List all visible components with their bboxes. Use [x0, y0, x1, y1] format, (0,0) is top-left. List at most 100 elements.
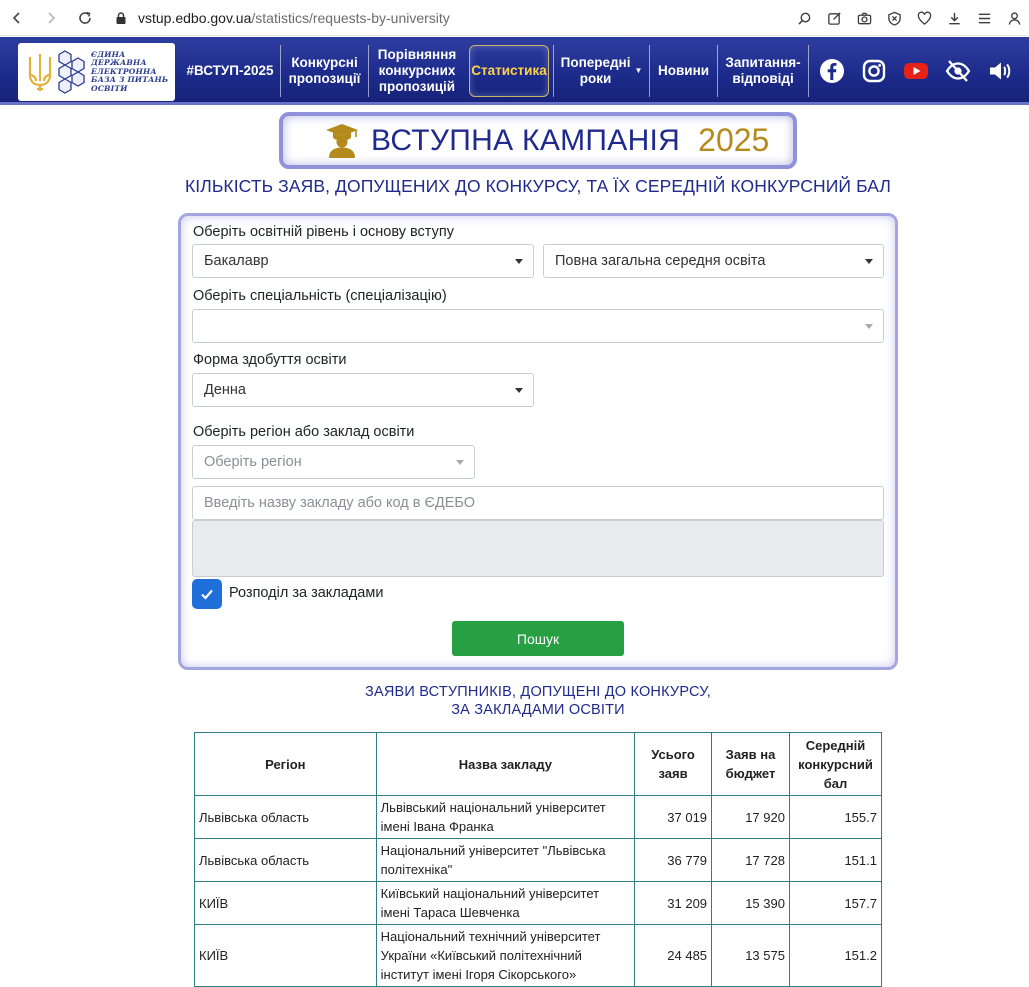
graduate-icon	[326, 123, 358, 158]
cell-region: КИЇВ	[194, 924, 377, 987]
results-title-line: ЗА ЗАКЛАДАМИ ОСВІТИ	[451, 702, 625, 718]
basis-select[interactable]: Повна загальна середня освіта	[543, 244, 884, 278]
study-form-select[interactable]: Денна	[192, 373, 534, 407]
cell-score: 151.1	[788, 838, 883, 882]
menu-item-previous-years[interactable]: Попередні роки ▼	[553, 45, 649, 97]
study-form-select-value: Денна	[204, 382, 246, 398]
browser-toolbar: vstup.edbo.gov.ua/statistics/requests-by…	[0, 0, 1029, 36]
cell-region: КИЇВ	[194, 881, 377, 925]
edbo-logo[interactable]: ЄДИНА ДЕРЖАВНА ЕЛЕКТРОННА БАЗА З ПИТАНЬ …	[18, 43, 175, 101]
table-row[interactable]: КИЇВ Київський національний університет …	[194, 881, 883, 925]
menu-item-news[interactable]: Новини	[649, 45, 717, 97]
results-table: Регіон Назва закладу Усього заяв Заяв на…	[194, 732, 883, 987]
hexagon-icon	[58, 50, 85, 94]
address-bar[interactable]: vstup.edbo.gov.ua/statistics/requests-by…	[114, 0, 450, 36]
cell-score: 155.7	[788, 795, 883, 839]
menu-item-competitive-offers[interactable]: Конкурсні пропозиції	[280, 45, 368, 97]
youtube-icon[interactable]	[895, 51, 937, 91]
campaign-banner: ВСТУПНА КАМПАНІЯ 2025	[279, 112, 797, 169]
cell-name: Національний університет "Львівська полі…	[375, 838, 636, 882]
lock-icon	[116, 11, 126, 24]
shield-icon[interactable]	[879, 0, 909, 36]
menu-item-statistics[interactable]: Статистика	[469, 45, 549, 97]
column-header-name[interactable]: Назва закладу	[375, 732, 636, 796]
region-select-placeholder: Оберіть регіон	[204, 454, 302, 470]
page-title: КІЛЬКІСТЬ ЗАЯВ, ДОПУЩЕНИХ ДО КОНКУРСУ, Т…	[184, 176, 892, 196]
back-icon[interactable]	[0, 0, 34, 36]
main-menu: #ВСТУП-2025 Конкурсні пропозиції Порівня…	[180, 37, 809, 105]
chevron-down-icon	[865, 259, 873, 264]
caret-down-icon: ▼	[634, 66, 643, 75]
url-domain: vstup.edbo.gov.ua	[138, 9, 252, 26]
accessibility-eye-icon[interactable]	[937, 51, 979, 91]
chevron-down-icon	[515, 388, 523, 393]
menu-item-faq[interactable]: Запитання-відповіді	[717, 45, 809, 97]
table-row[interactable]: Львівська область Львівський національни…	[194, 795, 883, 839]
camera-icon[interactable]	[849, 0, 879, 36]
basis-select-value: Повна загальна середня освіта	[555, 253, 766, 269]
table-row[interactable]: КИЇВ Національний технічний університет …	[194, 924, 883, 987]
cell-budget: 13 575	[711, 924, 790, 987]
specialty-label: Оберіть спеціальність (спеціалізацію)	[193, 288, 447, 304]
chevron-down-icon	[515, 259, 523, 264]
column-header-budget[interactable]: Заяв на бюджет	[711, 732, 790, 796]
region-select[interactable]: Оберіть регіон	[192, 445, 475, 479]
split-by-institution-label: Розподіл за закладами	[229, 585, 384, 601]
menu-item-vstup-2025[interactable]: #ВСТУП-2025	[180, 45, 280, 97]
column-header-score[interactable]: Середній конкурсний бал	[788, 732, 883, 796]
cell-budget: 17 920	[711, 795, 790, 839]
menu-item-compare-offers[interactable]: Порівняння конкурсних пропозицій	[368, 45, 465, 97]
profile-icon[interactable]	[999, 0, 1029, 36]
results-title: ЗАЯВИ ВСТУПНИКІВ, ДОПУЩЕНІ ДО КОНКУРСУ, …	[178, 683, 898, 719]
trident-icon	[28, 54, 52, 91]
cell-score: 157.7	[788, 881, 883, 925]
institution-list[interactable]	[192, 520, 884, 577]
menu-list-icon[interactable]	[969, 0, 999, 36]
heart-icon[interactable]	[909, 0, 939, 36]
search-button[interactable]: Пошук	[452, 621, 624, 656]
reload-icon[interactable]	[68, 0, 102, 36]
filter-form: Оберіть освітній рівень і основу вступу …	[178, 213, 898, 670]
logo-text: ЄДИНА ДЕРЖАВНА ЕЛЕКТРОННА БАЗА З ПИТАНЬ …	[91, 50, 168, 94]
level-select[interactable]: Бакалавр	[192, 244, 534, 278]
study-form-label: Форма здобуття освіти	[193, 352, 347, 368]
cell-region: Львівська область	[194, 838, 377, 882]
social-links	[811, 37, 1021, 105]
site-header: ЄДИНА ДЕРЖАВНА ЕЛЕКТРОННА БАЗА З ПИТАНЬ …	[0, 37, 1029, 105]
cell-total: 36 779	[634, 838, 713, 882]
cell-budget: 17 728	[711, 838, 790, 882]
chevron-down-icon	[456, 460, 464, 465]
split-by-institution-checkbox[interactable]	[192, 579, 222, 609]
level-label: Оберіть освітній рівень і основу вступу	[193, 224, 454, 240]
chevron-down-icon	[865, 324, 873, 329]
check-icon	[201, 589, 213, 600]
campaign-year: 2025	[698, 122, 770, 158]
logo-line: ОСВІТИ	[91, 83, 128, 93]
edit-icon[interactable]	[819, 0, 849, 36]
facebook-icon[interactable]	[811, 51, 853, 91]
column-header-total[interactable]: Усього заяв	[634, 732, 713, 796]
level-select-value: Бакалавр	[204, 253, 269, 269]
cell-budget: 15 390	[711, 881, 790, 925]
table-row[interactable]: Львівська область Національний університ…	[194, 838, 883, 882]
cell-name: Львівський національний університет імен…	[375, 795, 636, 839]
cell-score: 151.2	[788, 924, 883, 987]
institution-search-input[interactable]	[192, 486, 884, 520]
cell-region: Львівська область	[194, 795, 377, 839]
download-icon[interactable]	[939, 0, 969, 36]
column-header-region[interactable]: Регіон	[194, 732, 377, 796]
specialty-select[interactable]	[192, 309, 884, 343]
table-header-row: Регіон Назва закладу Усього заяв Заяв на…	[194, 732, 883, 796]
region-label: Оберіть регіон або заклад освіти	[193, 424, 415, 440]
cell-total: 37 019	[634, 795, 713, 839]
cell-total: 24 485	[634, 924, 713, 987]
speaker-icon[interactable]	[979, 51, 1021, 91]
results-title-line: ЗАЯВИ ВСТУПНИКІВ, ДОПУЩЕНІ ДО КОНКУРСУ,	[365, 684, 711, 700]
instagram-icon[interactable]	[853, 51, 895, 91]
zoom-icon[interactable]	[789, 0, 819, 36]
campaign-title: ВСТУПНА КАМПАНІЯ	[371, 123, 681, 157]
cell-name: Національний технічний університет Украї…	[375, 924, 636, 987]
forward-icon[interactable]	[34, 0, 68, 36]
cell-total: 31 209	[634, 881, 713, 925]
cell-name: Київський національний університет імені…	[375, 881, 636, 925]
